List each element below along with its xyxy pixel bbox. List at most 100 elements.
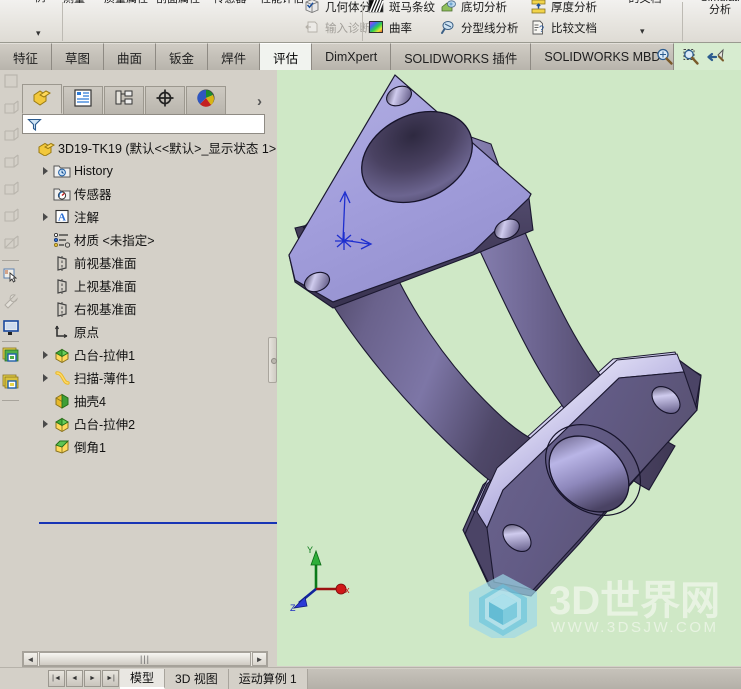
tree-item-8[interactable]: 原点: [22, 320, 268, 343]
tree-item-0[interactable]: 3D19-TK19 (默认<<默认>_显示状态 1>: [22, 136, 276, 159]
section-view-icon[interactable]: [2, 234, 21, 253]
configuration-manager-icon: [114, 89, 134, 112]
hide-show-items-icon[interactable]: [2, 346, 21, 365]
motion-nav-button-1[interactable]: ◄: [66, 670, 83, 687]
scroll-left-button[interactable]: ◄: [23, 652, 38, 666]
tree-horizontal-scrollbar[interactable]: ◄ ||| ►: [22, 651, 268, 667]
property-manager-tab[interactable]: [63, 86, 103, 114]
ribbon-button-documents[interactable]: 的文档: [616, 0, 674, 5]
previous-view-icon[interactable]: [707, 47, 726, 66]
ribbon-button-zebra-stripes[interactable]: 斑马条纹: [368, 0, 435, 15]
expand-arrow-icon[interactable]: [38, 419, 52, 428]
parting-line-analysis-icon: [440, 19, 457, 36]
feature-manager-tab[interactable]: [22, 84, 62, 114]
ribbon-button-undercut-analysis[interactable]: 底切分析: [440, 0, 507, 15]
motion-nav-button-2[interactable]: ►: [84, 670, 101, 687]
zoom-to-area-icon[interactable]: [681, 47, 700, 66]
tree-item-4[interactable]: 材质 <未指定>: [22, 228, 268, 251]
part-icon: [36, 140, 56, 156]
ribbon-button-thickness-analysis[interactable]: 厚度分析: [530, 0, 597, 15]
rollback-bar[interactable]: [39, 522, 288, 524]
graphics-viewport[interactable]: Y x Z 3D世界网 WWW.3DSJW.COM: [277, 70, 741, 666]
tree-item-label: 原点: [74, 326, 100, 340]
expand-arrow-icon[interactable]: [38, 373, 52, 382]
expand-arrow-icon[interactable]: [38, 350, 52, 359]
doc-tab-0[interactable]: 模型: [120, 668, 166, 689]
tree-filter-input[interactable]: [22, 114, 265, 134]
zoom-to-fit-icon[interactable]: [655, 47, 674, 66]
ribbon-button-compare-documents[interactable]: ? 比较文档: [530, 19, 597, 36]
tab-label: 草图: [65, 51, 91, 66]
ribbon-label-section-properties: 剖面属性: [156, 0, 200, 5]
tab-2[interactable]: 曲面: [104, 43, 157, 70]
doc-tab-2[interactable]: 运动算例 1: [228, 668, 308, 689]
ribbon-documents-dropdown-icon[interactable]: ▾: [640, 26, 645, 37]
tab-7[interactable]: SOLIDWORKS 插件: [391, 43, 532, 70]
dimxpert-manager-tab[interactable]: [145, 86, 185, 114]
tree-tabs-more-chevron-icon[interactable]: ›: [257, 90, 262, 114]
tree-item-2[interactable]: 传感器: [22, 182, 268, 205]
tab-8[interactable]: SOLIDWORKS MBD: [531, 43, 675, 70]
ribbon-label-simulation-analysis: Simulati 分析: [700, 0, 739, 16]
configuration-manager-tab[interactable]: [104, 86, 144, 114]
tab-4[interactable]: 焊件: [208, 43, 261, 70]
tree-item-7[interactable]: 右视基准面: [22, 297, 268, 320]
ribbon-button-measure[interactable]: 测量: [48, 0, 100, 5]
tree-item-10[interactable]: 扫描-薄件1: [22, 366, 268, 389]
tree-item-1[interactable]: History: [22, 159, 268, 182]
filter-icon: [23, 117, 45, 132]
tree-item-6[interactable]: 上视基准面: [22, 274, 268, 297]
tabstrip: 特征 草图 曲面 钣金 焊件 评估 DimXpert SOLIDWORKS 插件 SOLIDWO…: [0, 43, 675, 70]
tab-5[interactable]: 评估: [260, 43, 313, 70]
doc-tab-1[interactable]: 3D 视图: [165, 668, 229, 689]
solidworks-window: 例 ▾ 测量 质量属性 剖面属性 传感器 性能评估: [0, 0, 741, 689]
right-view-icon[interactable]: [2, 180, 21, 199]
tab-3[interactable]: 钣金: [156, 43, 209, 70]
lower-flange-top: [464, 353, 702, 597]
feature-manager-tabs: ›: [22, 84, 268, 114]
expand-arrow-icon[interactable]: [38, 166, 52, 175]
display-style-icon[interactable]: [2, 318, 21, 337]
tree-item-3[interactable]: A 注解: [22, 205, 268, 228]
zebra-stripes-icon: [368, 0, 385, 15]
panel-splitter-grip[interactable]: [268, 337, 277, 383]
scroll-thumb[interactable]: |||: [39, 652, 251, 666]
shell-icon: [52, 393, 72, 409]
front-view-icon[interactable]: [2, 126, 21, 145]
tree-item-11[interactable]: 抽壳4: [22, 389, 268, 412]
motion-nav-buttons: |◄ ◄ ► ►|: [48, 670, 120, 687]
ribbon-button-section-properties[interactable]: 剖面属性: [152, 0, 204, 5]
tab-1[interactable]: 草图: [52, 43, 105, 70]
ribbon-label-zebra-stripes: 斑马条纹: [389, 1, 435, 14]
isometric-view-icon[interactable]: [2, 99, 21, 118]
ribbon-button-performance-evaluation[interactable]: 性能评估: [256, 0, 308, 5]
tree-item-9[interactable]: 凸台-拉伸1: [22, 343, 268, 366]
tab-0[interactable]: 特征: [0, 43, 53, 70]
display-manager-tab[interactable]: [186, 86, 226, 114]
ribbon-button-parting-line-analysis[interactable]: 分型线分析: [440, 19, 519, 36]
tree-item-13[interactable]: 倒角1: [22, 435, 268, 458]
ribbon-button-sensor[interactable]: 传感器: [204, 0, 256, 5]
motion-nav-button-0[interactable]: |◄: [48, 670, 65, 687]
ribbon-button-import-diagnostics[interactable]: 输入诊断: [304, 19, 371, 36]
tab-6[interactable]: DimXpert: [312, 43, 392, 70]
ribbon-cutoff-dropdown-icon[interactable]: ▾: [36, 28, 41, 39]
svg-text:x: x: [345, 585, 350, 595]
tree-item-12[interactable]: 凸台-拉伸2: [22, 412, 268, 435]
motion-nav-button-3[interactable]: ►|: [102, 670, 119, 687]
top-view-icon[interactable]: [2, 153, 21, 172]
tree-item-5[interactable]: 前视基准面: [22, 251, 268, 274]
expand-arrow-icon[interactable]: [38, 212, 52, 221]
ribbon-button-simulation-analysis[interactable]: Simulati 分析: [690, 0, 741, 16]
select-tool-icon[interactable]: [2, 266, 21, 285]
ribbon-button-curvature[interactable]: 曲率: [368, 19, 412, 36]
scroll-right-button[interactable]: ►: [252, 652, 267, 666]
edit-appearance-icon[interactable]: [2, 373, 21, 392]
back-view-icon[interactable]: [2, 207, 21, 226]
rail-divider-1: [2, 260, 19, 261]
tools-wrench-icon[interactable]: [2, 292, 21, 311]
view-orientation-icon[interactable]: [2, 72, 21, 91]
ribbon-button-mass-properties[interactable]: 质量属性: [100, 0, 152, 5]
history-folder-icon: [52, 163, 72, 178]
ribbon-label-cutoff: 例: [35, 0, 46, 4]
